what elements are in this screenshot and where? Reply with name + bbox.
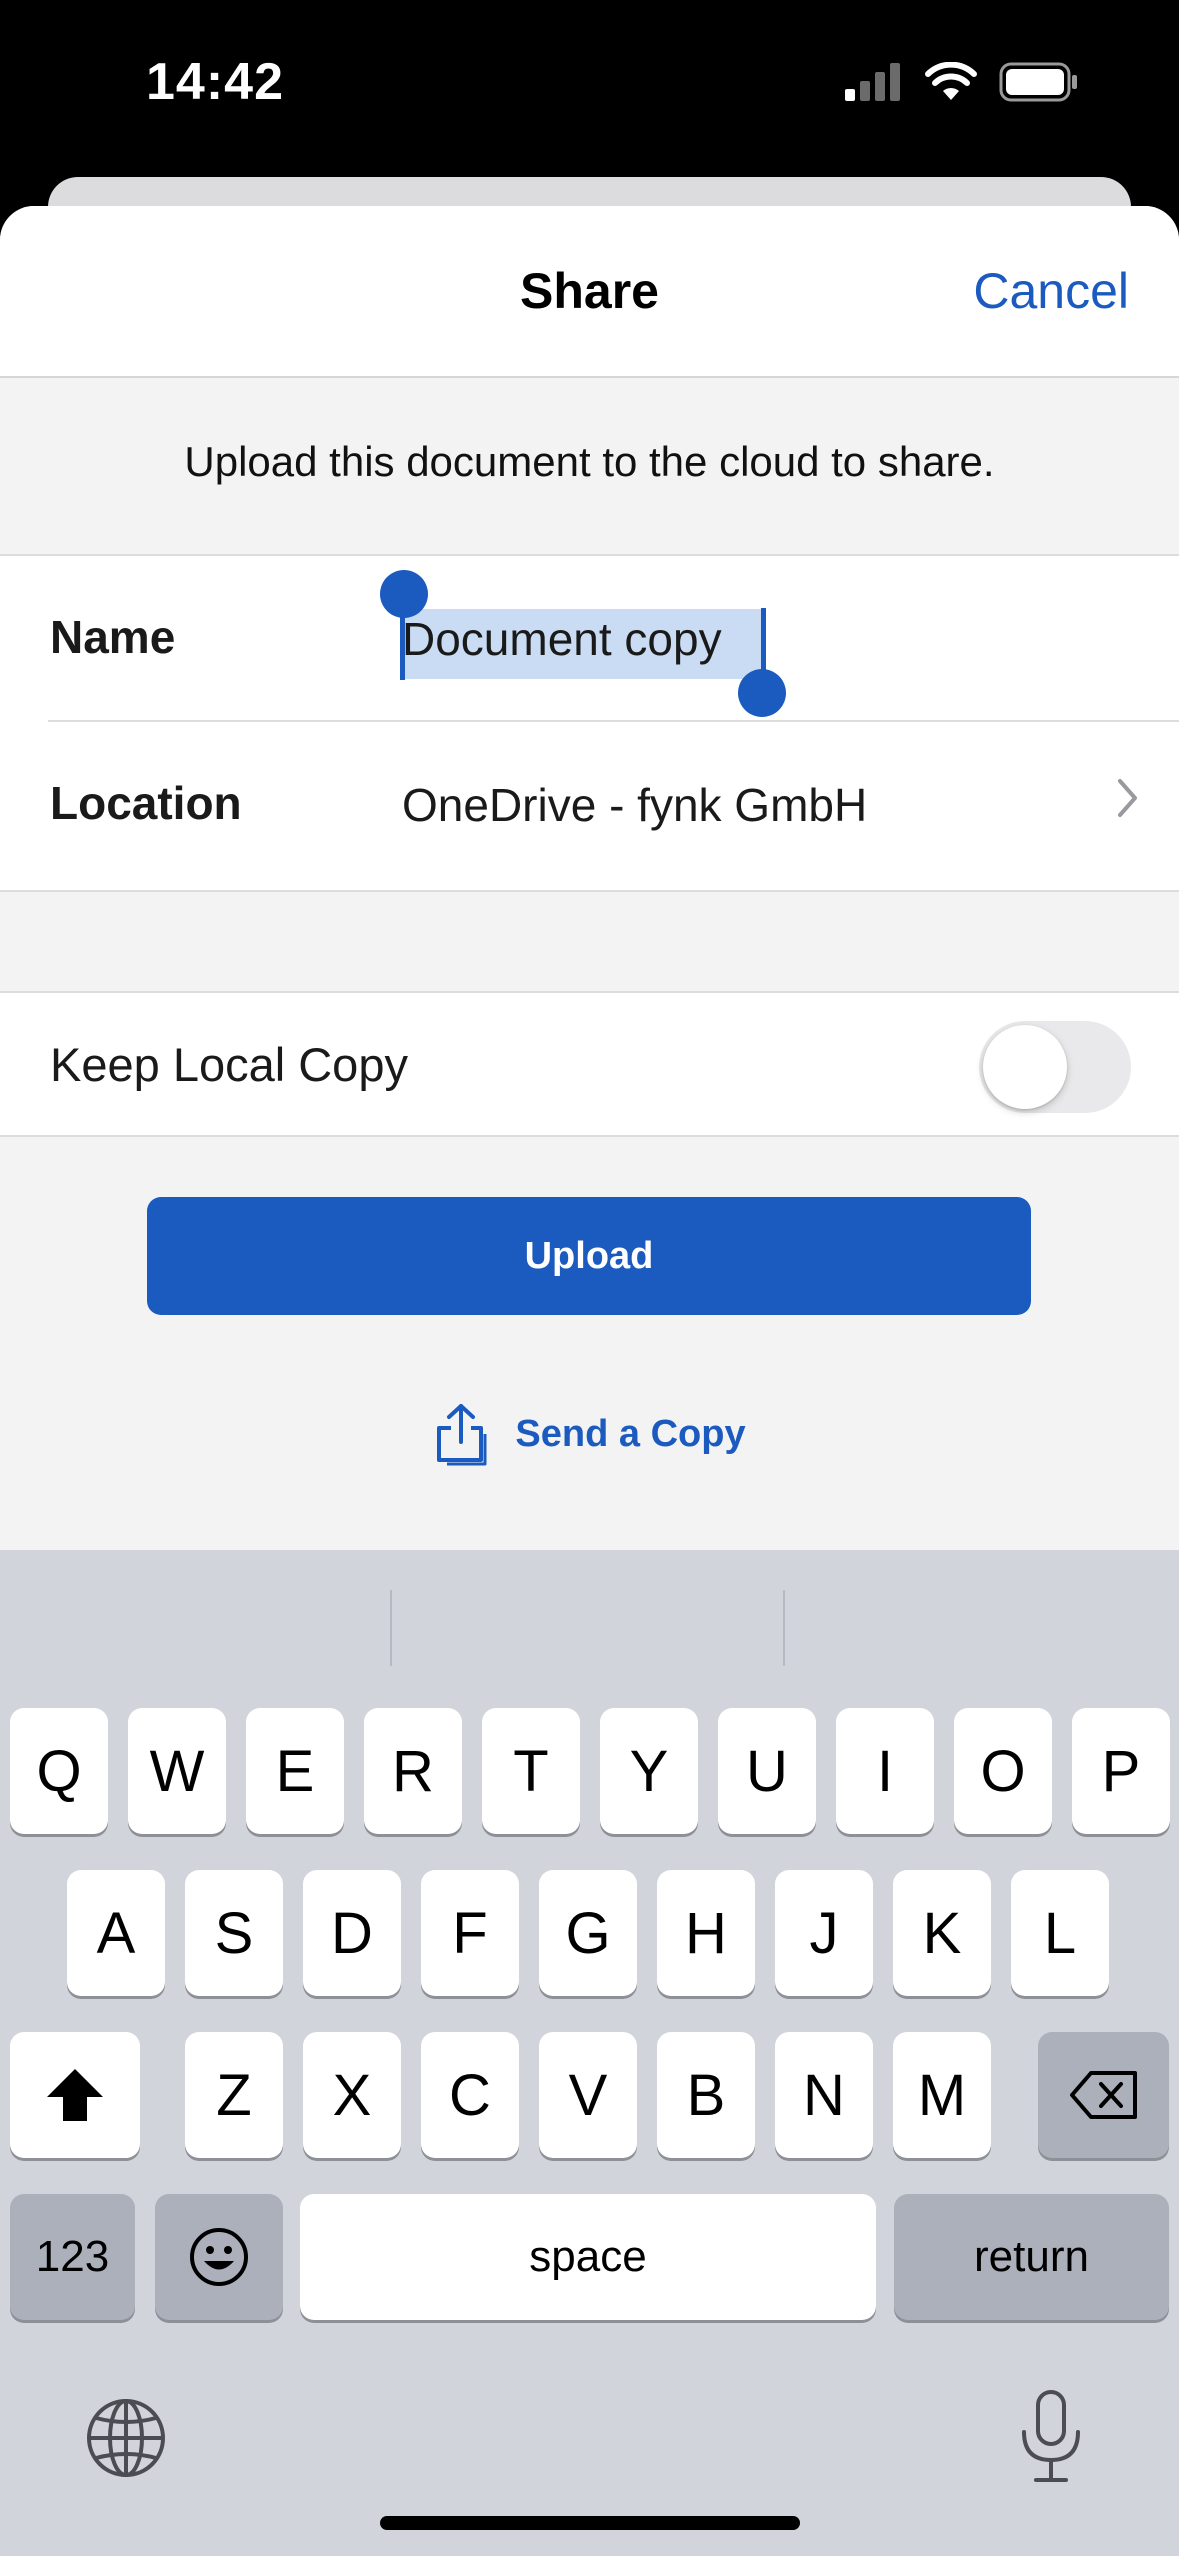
key-u[interactable]: U — [718, 1708, 816, 1834]
key-t[interactable]: T — [482, 1708, 580, 1834]
share-sheet: Share Cancel Upload this document to the… — [0, 206, 1179, 1550]
key-h[interactable]: H — [657, 1870, 755, 1996]
location-value: OneDrive - fynk GmbH — [402, 779, 868, 831]
key-g[interactable]: G — [539, 1870, 637, 1996]
status-icons — [845, 62, 1079, 102]
name-input[interactable]: Document copy — [402, 612, 722, 666]
key-d[interactable]: D — [303, 1870, 401, 1996]
chevron-right-icon — [1118, 779, 1137, 817]
key-e[interactable]: E — [246, 1708, 344, 1834]
toggle-knob — [983, 1025, 1067, 1109]
space-key[interactable]: space — [300, 2194, 876, 2320]
key-o[interactable]: O — [954, 1708, 1052, 1834]
key-l[interactable]: L — [1011, 1870, 1109, 1996]
globe-icon[interactable] — [84, 2396, 168, 2480]
send-a-copy-label: Send a Copy — [515, 1412, 746, 1455]
delete-icon — [1069, 2071, 1137, 2119]
key-p[interactable]: P — [1072, 1708, 1170, 1834]
shift-key[interactable] — [10, 2032, 140, 2158]
upload-message: Upload this document to the cloud to sha… — [184, 438, 995, 485]
cancel-button[interactable]: Cancel — [973, 262, 1129, 320]
status-bar: 14:42 — [0, 0, 1179, 175]
key-c[interactable]: C — [421, 2032, 519, 2158]
share-icon — [437, 1404, 487, 1466]
status-time: 14:42 — [146, 53, 284, 111]
numbers-key[interactable]: 123 — [10, 2194, 135, 2320]
key-z[interactable]: Z — [185, 2032, 283, 2158]
emoji-key[interactable] — [155, 2194, 283, 2320]
send-a-copy-button[interactable]: Send a Copy — [0, 1402, 1179, 1466]
row-divider — [48, 720, 1179, 722]
key-j[interactable]: J — [775, 1870, 873, 1996]
key-f[interactable]: F — [421, 1870, 519, 1996]
key-r[interactable]: R — [364, 1708, 462, 1834]
key-k[interactable]: K — [893, 1870, 991, 1996]
key-b[interactable]: B — [657, 2032, 755, 2158]
battery-icon — [999, 62, 1077, 102]
navigation-bar: Share Cancel — [0, 206, 1179, 378]
key-q[interactable]: Q — [10, 1708, 108, 1834]
key-x[interactable]: X — [303, 2032, 401, 2158]
key-n[interactable]: N — [775, 2032, 873, 2158]
delete-key[interactable] — [1038, 2032, 1169, 2158]
key-y[interactable]: Y — [600, 1708, 698, 1834]
location-label: Location — [50, 777, 242, 829]
shift-icon — [47, 2069, 103, 2121]
keep-local-copy-row: Keep Local Copy — [0, 991, 1179, 1137]
microphone-icon[interactable] — [1016, 2388, 1086, 2484]
return-key[interactable]: return — [894, 2194, 1169, 2320]
key-m[interactable]: M — [893, 2032, 991, 2158]
file-details-group: Name Document copy Location OneDrive - f… — [0, 554, 1179, 892]
key-i[interactable]: I — [836, 1708, 934, 1834]
key-v[interactable]: V — [539, 2032, 637, 2158]
name-label: Name — [50, 611, 176, 663]
keyboard: Q W E R T Y U I O P A S D F G H J K L Z … — [0, 1550, 1179, 2556]
home-indicator[interactable] — [380, 2516, 800, 2530]
key-s[interactable]: S — [185, 1870, 283, 1996]
key-w[interactable]: W — [128, 1708, 226, 1834]
cellular-signal-icon — [845, 63, 900, 101]
upload-button[interactable]: Upload — [147, 1197, 1031, 1315]
selection-start-caret — [400, 608, 405, 680]
key-a[interactable]: A — [67, 1870, 165, 1996]
emoji-icon — [190, 2228, 248, 2286]
selection-start-handle[interactable] — [380, 570, 428, 618]
keep-local-copy-label: Keep Local Copy — [50, 1038, 408, 1091]
wifi-icon — [925, 62, 977, 100]
keep-local-copy-toggle[interactable] — [979, 1021, 1131, 1113]
suggestion-divider — [783, 1590, 785, 1666]
selection-end-handle[interactable] — [738, 669, 786, 717]
suggestion-divider — [390, 1590, 392, 1666]
